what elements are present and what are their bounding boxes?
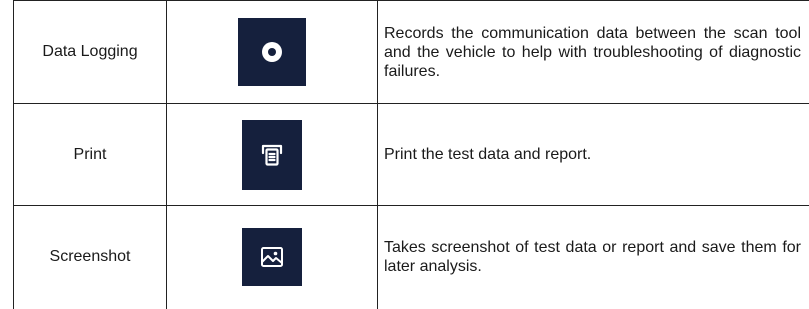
table-row-icon-cell: [167, 206, 377, 308]
image-icon[interactable]: [242, 228, 302, 286]
function-description: Takes screenshot of test data or report …: [384, 239, 801, 275]
record-icon[interactable]: [238, 18, 306, 86]
printer-icon[interactable]: [242, 119, 302, 190]
function-table: Data Logging Records the communication d…: [0, 0, 809, 309]
function-name: Data Logging: [42, 43, 138, 60]
table-row-name-cell: Data Logging: [14, 1, 166, 103]
function-name: Screenshot: [49, 248, 131, 265]
table-row-name-cell: Screenshot: [14, 206, 166, 308]
table-row-icon-cell: [167, 104, 377, 205]
function-name: Print: [73, 145, 107, 163]
table-row-description-cell: Records the communication data between t…: [378, 1, 809, 103]
function-description: Records the communication data between t…: [384, 24, 801, 80]
table-row-icon-cell: [167, 1, 377, 103]
table-row-description-cell: Takes screenshot of test data or report …: [378, 206, 809, 308]
function-description: Print the test data and report.: [384, 146, 592, 163]
table-row-name-cell: Print: [14, 104, 166, 205]
table-row-description-cell: Print the test data and report.: [378, 104, 809, 205]
